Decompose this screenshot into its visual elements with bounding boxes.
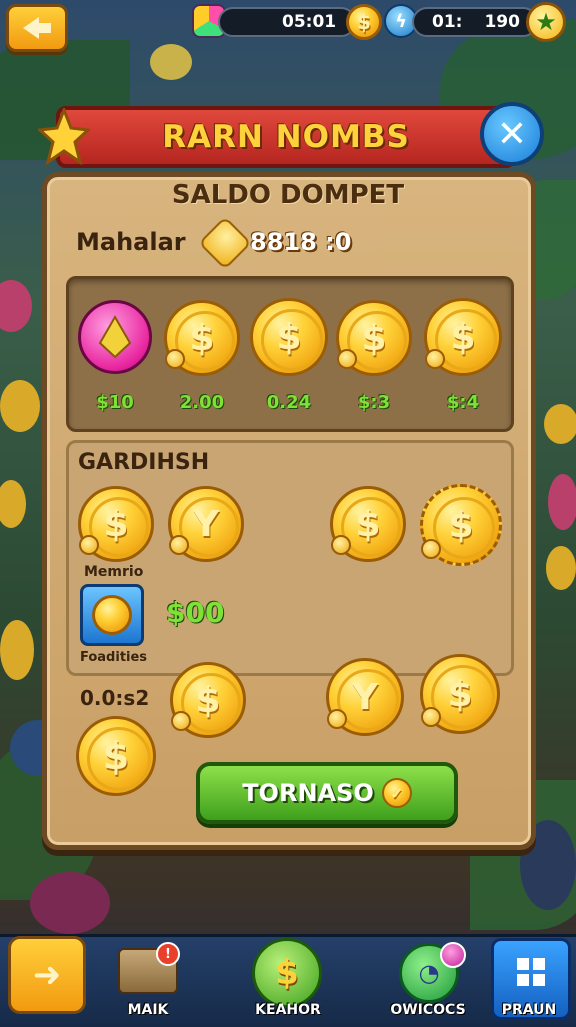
timer-bar-left: 05:01: [218, 7, 356, 37]
confirm-label: TORNASO: [242, 779, 374, 807]
price-label: $:3: [357, 392, 391, 413]
price-label: 0.24: [266, 392, 312, 413]
notification-badge: !: [156, 942, 180, 966]
notification-badge: [440, 942, 466, 968]
gem-crystal-icon: [98, 315, 132, 359]
back-button[interactable]: [6, 4, 68, 52]
coin-item[interactable]: Y: [168, 486, 244, 562]
page-title: RARN NOMBS: [162, 119, 410, 155]
coin-item[interactable]: $: [420, 654, 500, 734]
timer-bar-right: 01: 190: [412, 7, 538, 37]
price-label: $10: [96, 392, 134, 413]
coin-label: Memrio: [84, 564, 144, 580]
timer-left-text: 05:01: [282, 12, 337, 32]
nav-label: MAIK: [127, 1002, 169, 1018]
nav-item-maik[interactable]: ➜: [4, 936, 90, 1024]
coin-item[interactable]: $: [170, 662, 246, 738]
coin-pack-item[interactable]: $: [250, 298, 328, 376]
coin-item[interactable]: $: [78, 486, 154, 562]
coin-item[interactable]: $: [76, 716, 156, 796]
panel-heading: SALDO DOMPET: [171, 180, 405, 210]
coin-icon: [92, 595, 132, 635]
dollar-coin-icon: $: [252, 938, 322, 1008]
close-icon: ✕: [496, 113, 528, 155]
star-badge-icon: [38, 108, 90, 166]
timer-small: 0.0:s2: [80, 686, 150, 710]
title-banner: RARN NOMBS: [56, 106, 516, 168]
tile-label: Foadities: [80, 650, 148, 665]
arrow-left-icon: [23, 17, 51, 39]
coin-item[interactable]: Y: [326, 658, 404, 736]
confirm-button[interactable]: TORNASO ✓: [196, 762, 458, 824]
arrow-left-icon: ➜: [8, 936, 86, 1014]
balance-text: 190: [484, 12, 520, 32]
mid-price-label: $00: [166, 596, 225, 629]
wallet-value: 8818 :0: [250, 228, 352, 256]
coin-pack-item[interactable]: $: [336, 300, 412, 376]
coin-item[interactable]: $: [330, 486, 406, 562]
coin-item[interactable]: $: [420, 484, 502, 566]
close-button[interactable]: ✕: [480, 102, 544, 166]
section-label: GARDIHSH: [78, 450, 210, 475]
star-add-icon[interactable]: ★: [526, 2, 566, 42]
top-bar: 05:01 $ ϟ 01: 190 ★: [0, 0, 576, 52]
wallet-label: Mahalar: [76, 228, 186, 256]
price-label: $:4: [446, 392, 480, 413]
coin-icon: $: [346, 4, 382, 40]
nav-label: KEAHOR: [255, 1002, 321, 1018]
price-label: 2.00: [179, 392, 225, 413]
gem-pack-item[interactable]: [78, 300, 152, 374]
coin-pack-item[interactable]: $: [424, 298, 502, 376]
timer-right-text: 01:: [432, 12, 463, 32]
nav-label: OWICOCS: [390, 1002, 466, 1018]
coin-tile-item[interactable]: [80, 584, 144, 646]
coin-pack-item[interactable]: $: [164, 300, 240, 376]
coin-icon: ✓: [381, 778, 412, 808]
nav-label: PRAUN: [501, 1002, 557, 1018]
